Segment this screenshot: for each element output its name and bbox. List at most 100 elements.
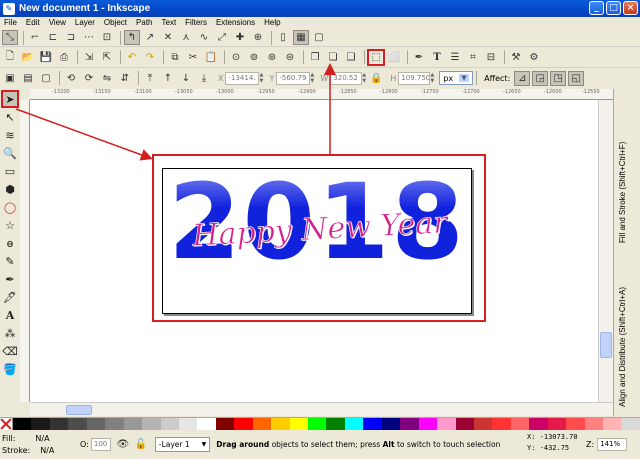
menu-filters[interactable]: Filters xyxy=(185,17,207,29)
color-swatch[interactable] xyxy=(252,418,272,430)
group-icon[interactable]: ⬚ xyxy=(367,48,385,66)
color-swatch[interactable] xyxy=(473,418,493,430)
snap-bbox-corner-icon[interactable]: ⊐ xyxy=(63,30,79,45)
fill-stroke-icon[interactable]: ✒ xyxy=(411,50,427,65)
import-icon[interactable]: ⇲ xyxy=(81,50,97,65)
raise-icon[interactable]: ↑ xyxy=(160,71,176,86)
color-swatch[interactable] xyxy=(68,418,87,430)
snap-object-mid-icon[interactable]: ✚ xyxy=(232,30,248,45)
menu-text[interactable]: Text xyxy=(162,17,177,29)
scale-stroke-icon[interactable]: ⊿ xyxy=(514,70,531,86)
visibility-eye-icon[interactable]: 👁 xyxy=(115,437,131,452)
minimize-button[interactable]: _ xyxy=(589,1,604,15)
drawing-canvas[interactable]: 2018 Happy New Year xyxy=(30,100,598,402)
color-swatch[interactable] xyxy=(308,418,327,430)
selector-tool-icon[interactable]: ➤ xyxy=(1,90,19,108)
color-swatch[interactable] xyxy=(381,418,401,430)
color-swatch[interactable] xyxy=(105,418,124,430)
move-patterns-icon[interactable]: ◱ xyxy=(568,70,585,86)
x-spinner[interactable]: ▲ ▼ xyxy=(259,72,265,85)
color-swatch[interactable] xyxy=(31,418,50,430)
menu-extensions[interactable]: Extensions xyxy=(216,17,255,29)
color-swatch[interactable] xyxy=(178,418,198,430)
snap-smooth-icon[interactable]: ∿ xyxy=(196,30,212,45)
eraser-tool-icon[interactable]: ⌫ xyxy=(2,343,18,359)
snap-grid-icon[interactable]: ▦ xyxy=(293,30,309,45)
deselect-icon[interactable]: ▢ xyxy=(38,71,54,86)
paint-bucket-tool-icon[interactable]: 🪣 xyxy=(2,361,18,377)
color-swatch[interactable] xyxy=(547,418,567,430)
color-swatch[interactable] xyxy=(437,418,456,430)
color-swatch[interactable] xyxy=(418,418,438,430)
color-swatch[interactable] xyxy=(455,418,474,430)
color-swatch[interactable] xyxy=(271,418,290,430)
color-swatch[interactable] xyxy=(197,418,216,430)
maximize-button[interactable]: □ xyxy=(606,1,621,15)
color-swatch[interactable] xyxy=(13,418,32,430)
horizontal-scroll-thumb[interactable] xyxy=(66,405,92,415)
unlink-clone-icon[interactable]: ❑ xyxy=(343,50,359,65)
color-swatch[interactable] xyxy=(584,418,603,430)
3d-box-tool-icon[interactable]: ⬢ xyxy=(2,181,18,197)
color-swatch[interactable] xyxy=(363,418,382,430)
layers-icon[interactable]: ☰ xyxy=(447,50,463,65)
pen-tool-icon[interactable]: ✒ xyxy=(2,271,18,287)
no-paint-swatch[interactable] xyxy=(0,418,13,430)
select-all-layers-icon[interactable]: ▤ xyxy=(20,71,36,86)
snap-bbox-edge-icon[interactable]: ⊏ xyxy=(45,30,61,45)
menu-layer[interactable]: Layer xyxy=(75,17,95,29)
color-swatch[interactable] xyxy=(289,418,308,430)
copy-icon[interactable]: ⧉ xyxy=(167,50,183,65)
duplicate-icon[interactable]: ❐ xyxy=(307,50,323,65)
snap-guide-icon[interactable]: ▢ xyxy=(311,30,327,45)
lock-ratio-icon[interactable]: 🔒 xyxy=(368,71,384,86)
pencil-tool-icon[interactable]: ✎ xyxy=(2,253,18,269)
snap-rotation-icon[interactable]: ⊕ xyxy=(250,30,266,45)
snap-bbox-icon[interactable]: ⌐ xyxy=(27,30,43,45)
snap-center-icon[interactable]: ⊡ xyxy=(99,30,115,45)
color-swatch[interactable] xyxy=(86,418,106,430)
spray-tool-icon[interactable]: ⁂ xyxy=(2,325,18,341)
menu-view[interactable]: View xyxy=(49,17,66,29)
node-tool-icon[interactable]: ↖ xyxy=(2,109,18,125)
print-icon[interactable]: ⎙ xyxy=(56,50,72,65)
color-swatch[interactable] xyxy=(160,418,179,430)
zoom-field[interactable]: 141% xyxy=(597,438,628,451)
close-button[interactable]: × xyxy=(623,1,638,15)
y-field[interactable]: -560.79 xyxy=(276,71,311,85)
x-field[interactable]: -13414. xyxy=(225,71,260,85)
horizontal-ruler[interactable]: -13200 -13150 -13100 -13050 -13000 -1295… xyxy=(30,89,613,100)
flip-vertical-icon[interactable]: ⇵ xyxy=(117,71,133,86)
paste-icon[interactable]: 📋 xyxy=(203,50,219,65)
snap-midpoint-icon[interactable]: ⋯ xyxy=(81,30,97,45)
color-swatch[interactable] xyxy=(215,418,235,430)
h-field[interactable]: 109.750 xyxy=(398,71,431,85)
horizontal-scrollbar[interactable] xyxy=(30,402,613,416)
scale-corners-icon[interactable]: ◲ xyxy=(532,70,549,86)
menu-help[interactable]: Help xyxy=(264,17,280,29)
color-swatch[interactable] xyxy=(49,418,69,430)
unit-select[interactable]: px ▼ xyxy=(439,71,474,85)
color-swatch[interactable] xyxy=(400,418,419,430)
export-icon[interactable]: ⇱ xyxy=(99,50,115,65)
zoom-page-icon[interactable]: ⊛ xyxy=(264,50,280,65)
zoom-tool-icon[interactable]: 🔍 xyxy=(2,145,18,161)
zoom-drawing-icon[interactable]: ⊚ xyxy=(246,50,262,65)
color-swatch[interactable] xyxy=(529,418,548,430)
flip-horizontal-icon[interactable]: ⇋ xyxy=(99,71,115,86)
fill-stroke-tab[interactable]: Fill and Stroke (Shift+Ctrl+F) xyxy=(618,93,636,243)
color-swatch[interactable] xyxy=(123,418,143,430)
preferences-icon[interactable]: ⚒ xyxy=(508,50,524,65)
color-swatch[interactable] xyxy=(603,418,622,430)
snap-intersection-icon[interactable]: ✕ xyxy=(160,30,176,45)
color-swatch[interactable] xyxy=(326,418,345,430)
ungroup-icon[interactable]: ⬜ xyxy=(386,50,402,65)
xml-editor-icon[interactable]: ⌗ xyxy=(465,50,481,65)
text-tool-icon[interactable]: A xyxy=(2,307,18,323)
rotate-cw-icon[interactable]: ⟳ xyxy=(81,71,97,86)
menu-file[interactable]: File xyxy=(4,17,17,29)
align-distribute-tab[interactable]: Align and Distribute (Shift+Ctrl+A) xyxy=(618,247,636,407)
raise-to-top-icon[interactable]: ⤒ xyxy=(142,71,158,86)
align-distribute-icon[interactable]: ⊟ xyxy=(483,50,499,65)
zoom-selection-icon[interactable]: ⊙ xyxy=(228,50,244,65)
